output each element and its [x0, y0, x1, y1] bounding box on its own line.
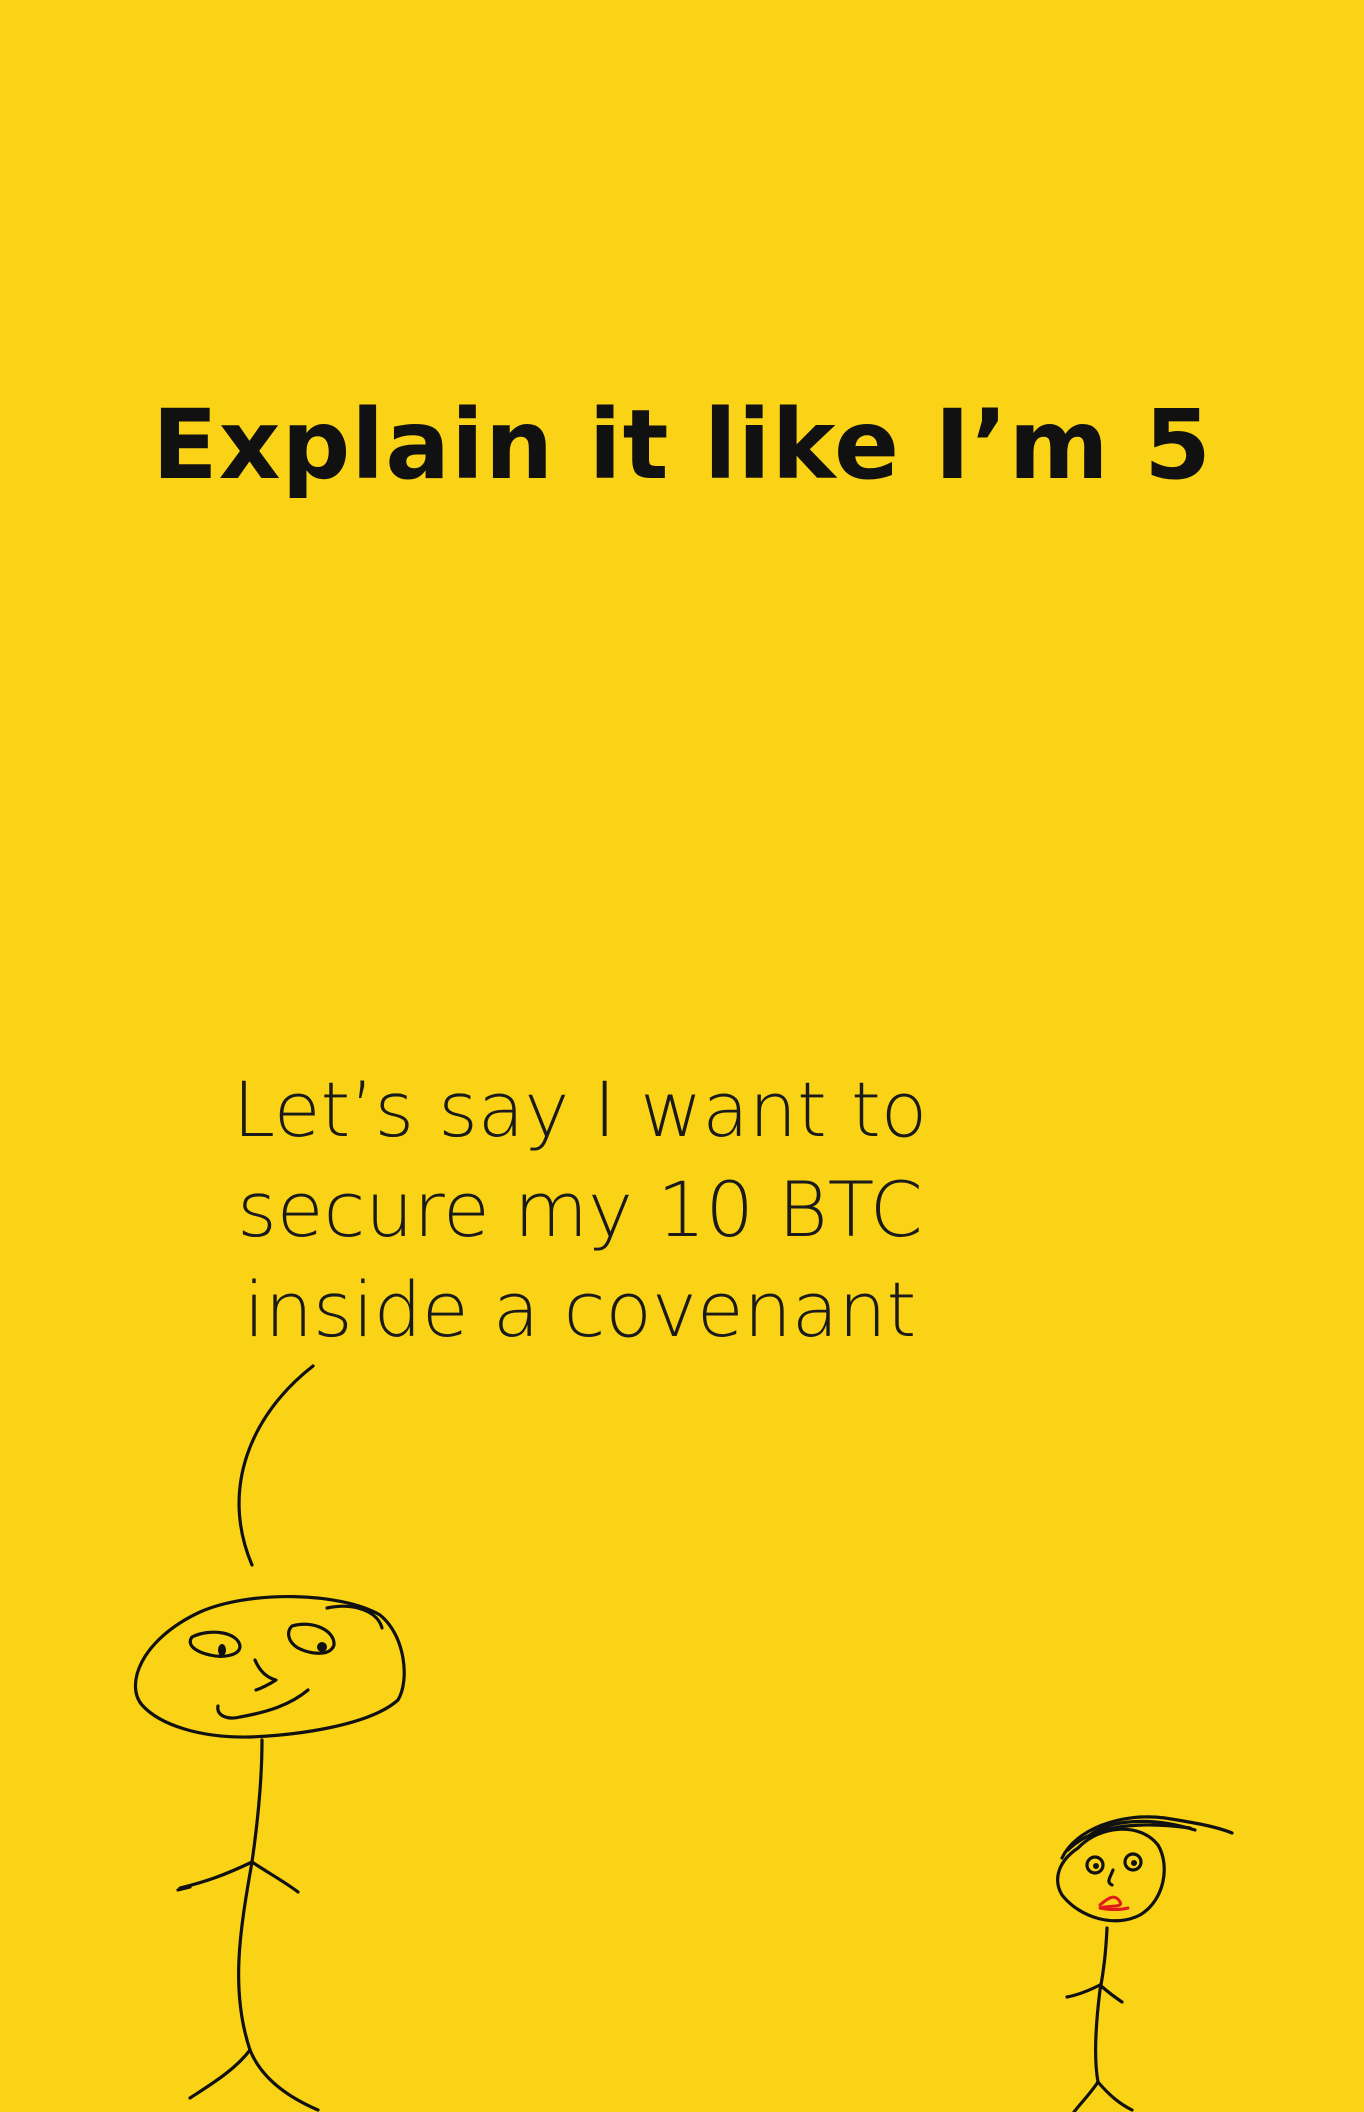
adult-left-eye	[188, 1630, 242, 1658]
adult-left-leg	[188, 2048, 252, 2100]
child-nose	[1107, 1868, 1115, 1887]
adult-head	[133, 1595, 406, 1739]
adult-left-arm	[176, 1860, 254, 1892]
child-right-arm	[1098, 1983, 1124, 2004]
adult-mouth	[216, 1688, 310, 1720]
speech-tail	[237, 1364, 315, 1567]
adult-body	[237, 1738, 264, 2052]
adult-right-eye	[287, 1622, 336, 1655]
adult-nose	[253, 1658, 278, 1692]
child-mouth	[1098, 1895, 1130, 1911]
child-body	[1093, 1926, 1109, 2084]
stick-figure-illustration	[133, 1364, 1234, 2112]
adult-right-leg	[248, 2048, 320, 2112]
child-stick-figure	[1056, 1815, 1234, 2112]
child-right-leg	[1096, 2080, 1134, 2112]
child-left-leg	[1072, 2080, 1100, 2112]
adult-hair	[325, 1604, 384, 1630]
slide: Explain it like I’m 5 Let’s say I want t…	[0, 0, 1364, 2112]
child-left-arm	[1065, 1983, 1102, 1999]
adult-right-arm	[250, 1860, 300, 1894]
adult-stick-figure	[133, 1595, 406, 2112]
